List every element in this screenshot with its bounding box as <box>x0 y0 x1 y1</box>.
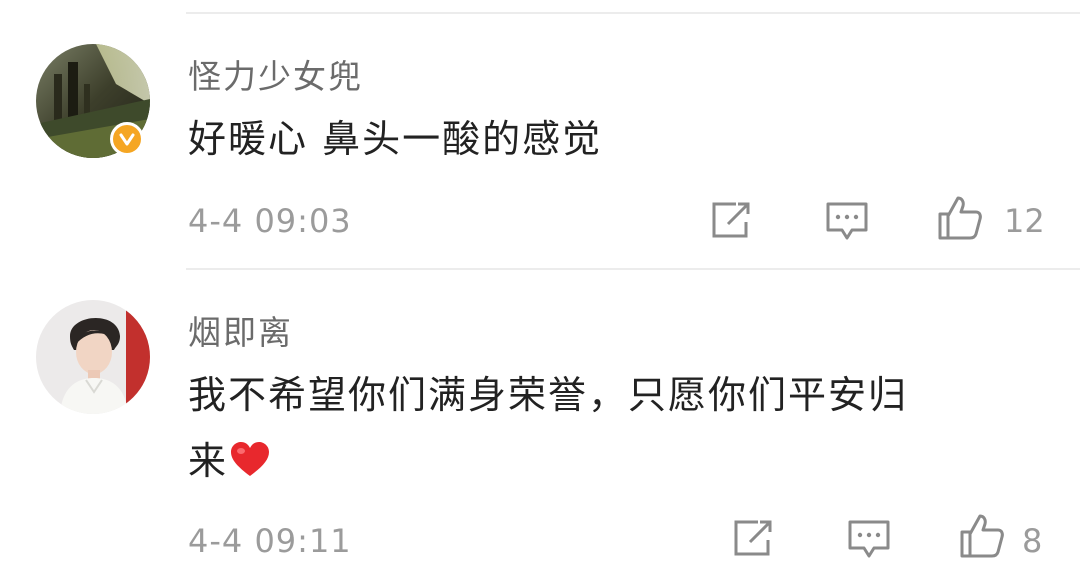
timestamp: 4-4 09:11 <box>188 522 352 560</box>
share-button[interactable] <box>732 518 776 558</box>
timestamp: 4-4 09:03 <box>188 202 352 240</box>
comment-divider <box>186 268 1080 270</box>
share-button[interactable] <box>710 200 754 240</box>
like-icon <box>960 514 1004 558</box>
comment-text: 好暖心 鼻头一酸的感觉 <box>188 117 603 161</box>
share-icon <box>712 202 750 238</box>
username[interactable]: 烟即离 <box>188 306 293 354</box>
like-count: 12 <box>1004 202 1045 240</box>
comment-text-fragment: 来 <box>188 439 229 483</box>
share-icon <box>734 520 772 556</box>
verified-badge-icon <box>110 122 144 156</box>
comment-icon <box>848 520 890 558</box>
like-button[interactable] <box>936 194 984 242</box>
like-button[interactable] <box>958 512 1006 560</box>
comment-text: 我不希望你们满身荣誉，只愿你们平安归 来 <box>188 362 908 494</box>
top-divider <box>186 12 1080 14</box>
avatar[interactable] <box>36 300 150 414</box>
username[interactable]: 怪力少女兜 <box>188 50 363 98</box>
comment-text-line: 来 <box>188 428 908 494</box>
comment-icon <box>826 202 868 240</box>
comment-button[interactable] <box>846 518 892 560</box>
comment-text-line: 我不希望你们满身荣誉，只愿你们平安归 <box>188 373 909 417</box>
red-heart-emoji-icon <box>231 442 270 476</box>
comment-button[interactable] <box>824 200 870 242</box>
like-count: 8 <box>1022 522 1043 560</box>
like-icon <box>938 196 982 240</box>
